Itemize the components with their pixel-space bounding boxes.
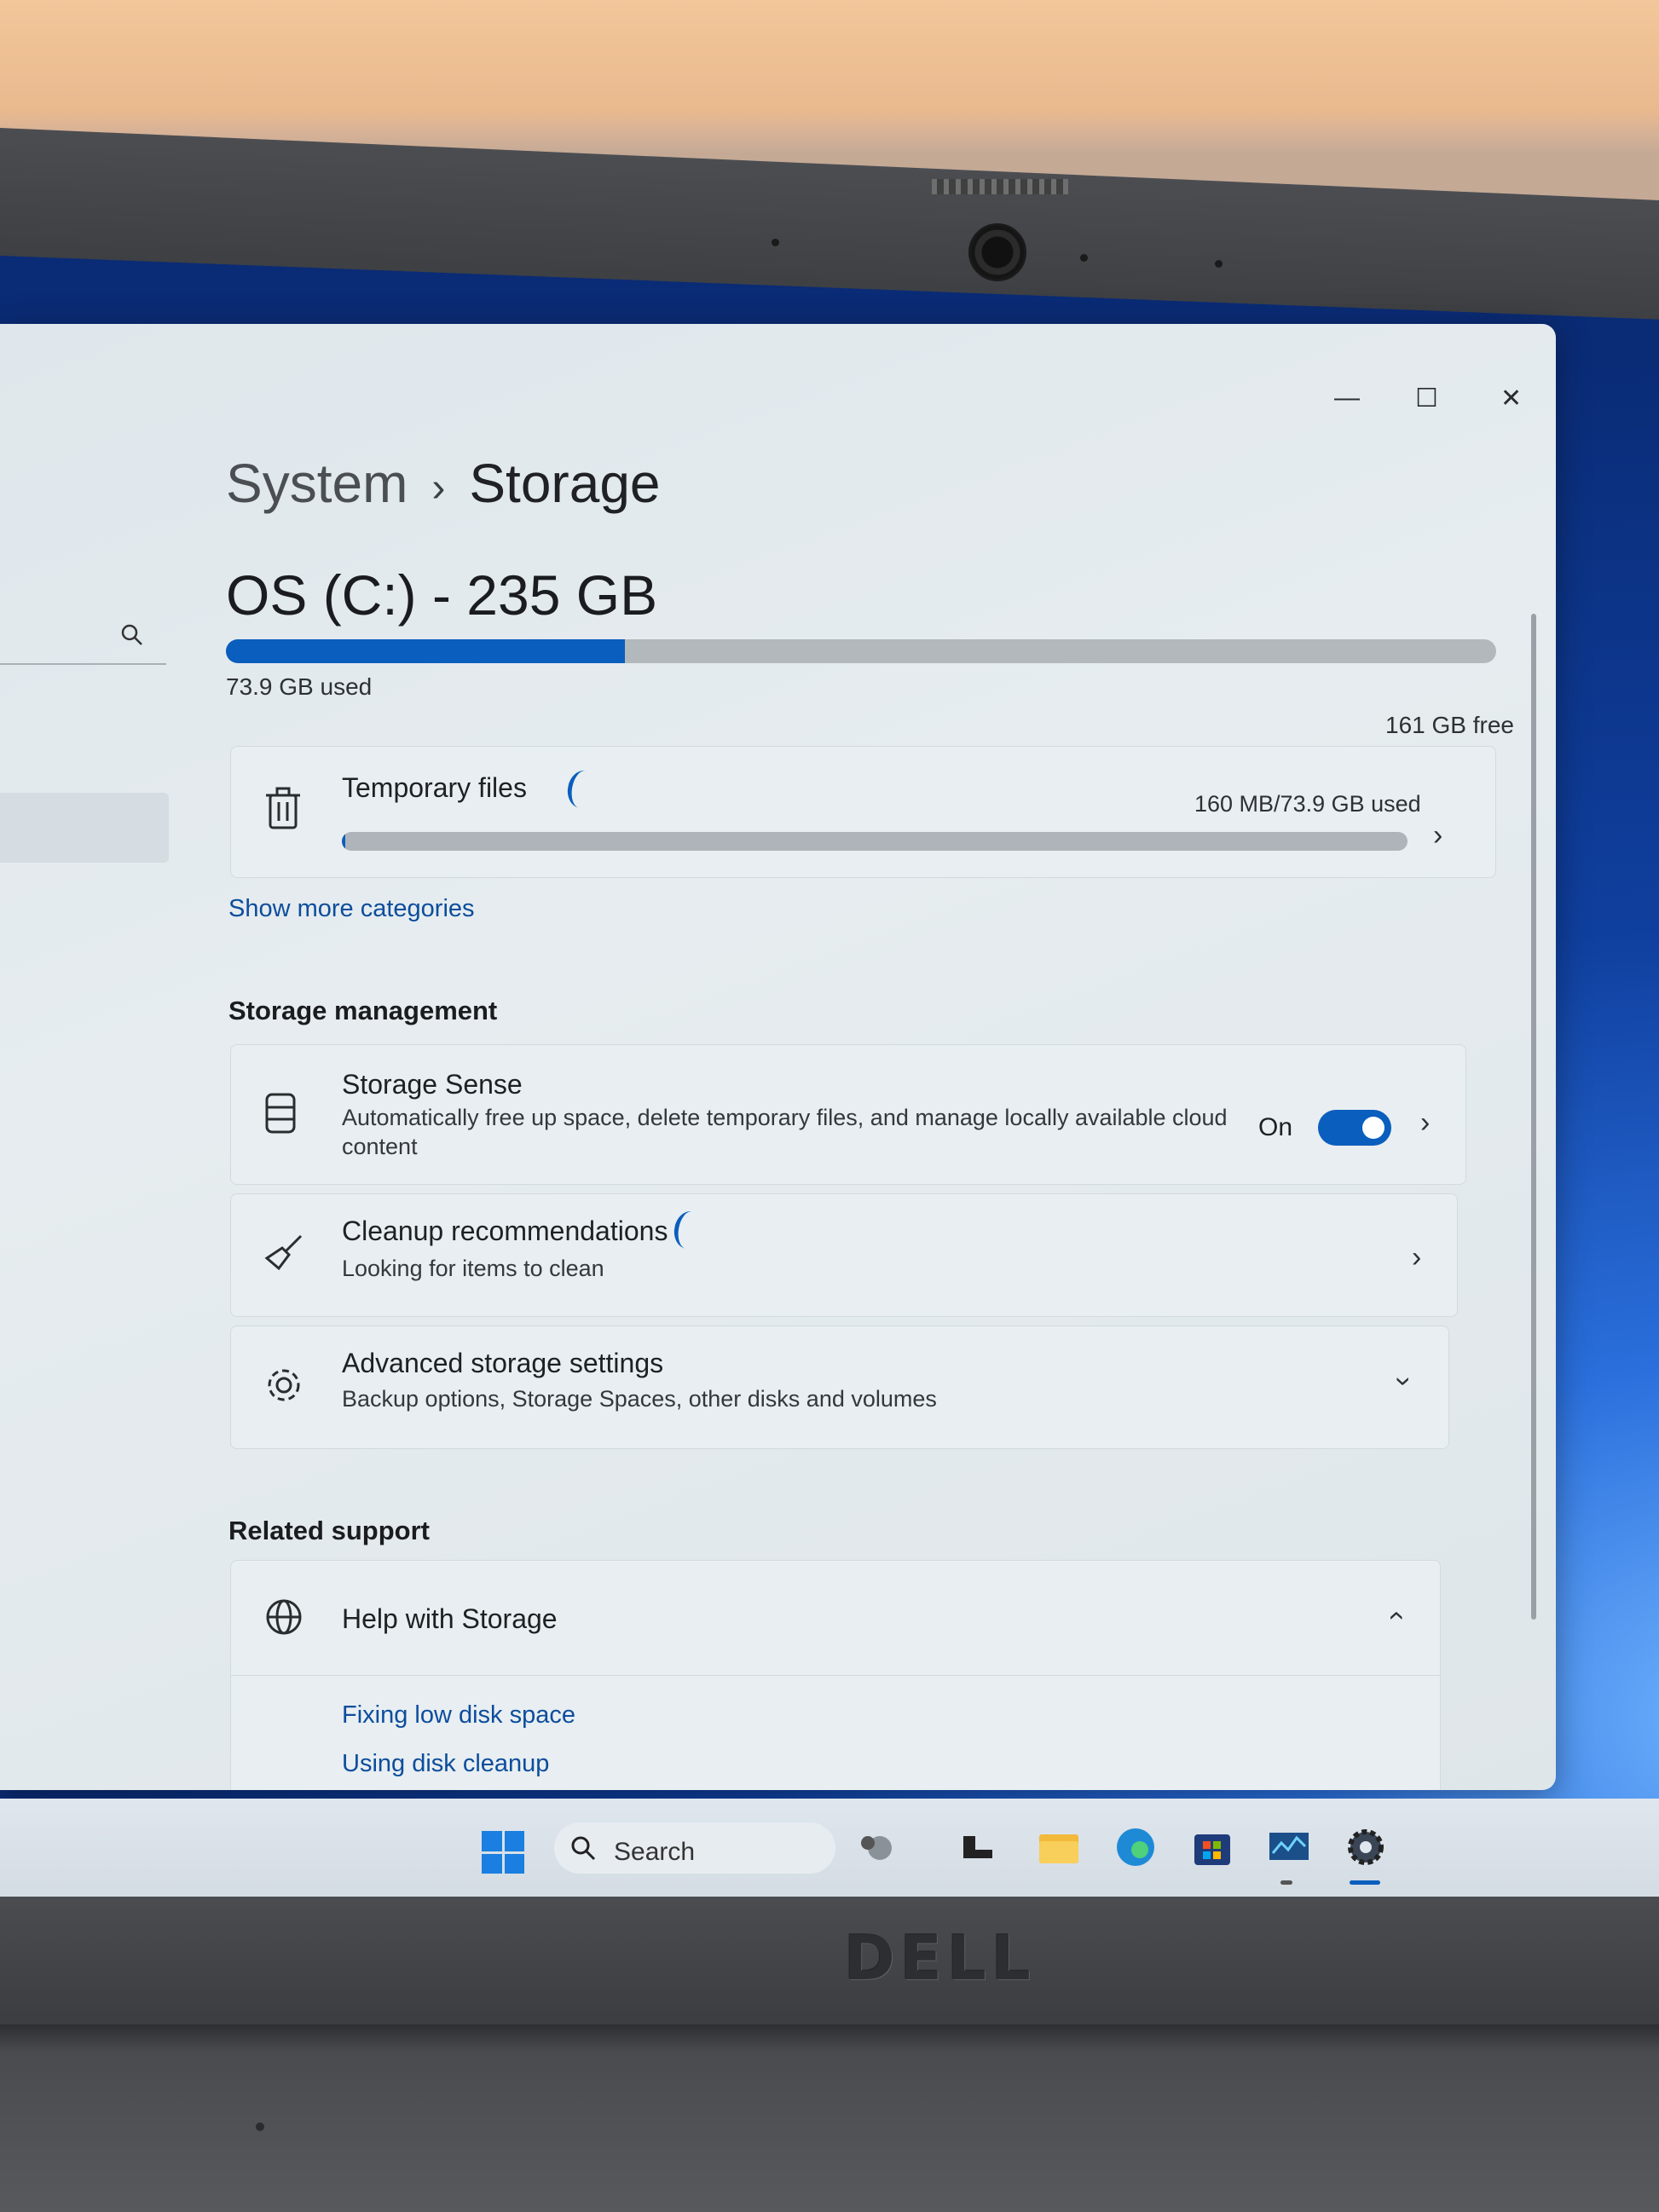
storage-drive-icon bbox=[265, 1093, 296, 1134]
show-more-categories-link[interactable]: Show more categories bbox=[228, 895, 475, 923]
search-icon bbox=[121, 624, 142, 645]
sensor-dot bbox=[1080, 254, 1088, 262]
performance-monitor-icon[interactable] bbox=[1266, 1824, 1312, 1870]
help-link-disk-cleanup[interactable]: Using disk cleanup bbox=[342, 1750, 549, 1778]
microsoft-store-icon[interactable] bbox=[1189, 1824, 1235, 1870]
temporary-files-usage: 160 MB/73.9 GB used bbox=[1194, 791, 1421, 817]
breadcrumb: System › Storage bbox=[226, 452, 661, 515]
related-support-heading: Related support bbox=[228, 1516, 430, 1545]
storage-sense-title: Storage Sense bbox=[342, 1069, 523, 1100]
search-icon bbox=[571, 1836, 596, 1861]
webcam-shutter bbox=[932, 179, 1068, 194]
chevron-right-icon: › bbox=[1433, 819, 1443, 852]
page-title: Storage bbox=[469, 453, 661, 514]
cleanup-subtitle: Looking for items to clean bbox=[342, 1256, 604, 1281]
globe-help-icon bbox=[266, 1599, 302, 1635]
brand-logo: DELL bbox=[844, 1922, 1036, 1994]
active-app-indicator bbox=[1350, 1880, 1380, 1885]
laptop-bottom-bezel bbox=[0, 1897, 1659, 2024]
temporary-files-label: Temporary files bbox=[342, 772, 527, 803]
webcam-icon bbox=[968, 223, 1026, 281]
temporary-files-fill bbox=[342, 832, 345, 851]
storage-sense-row[interactable]: Storage Sense Automatically free up spac… bbox=[230, 1044, 1466, 1185]
storage-management-heading: Storage management bbox=[228, 996, 498, 1025]
breadcrumb-separator: › bbox=[431, 465, 446, 511]
close-button[interactable]: ✕ bbox=[1500, 384, 1522, 413]
task-view-icon[interactable] bbox=[955, 1824, 1001, 1870]
running-indicator bbox=[1280, 1880, 1292, 1885]
cleanup-title: Cleanup recommendations bbox=[342, 1216, 668, 1246]
breadcrumb-system[interactable]: System bbox=[226, 453, 408, 514]
copilot-icon[interactable] bbox=[853, 1824, 899, 1870]
scrollbar[interactable] bbox=[1531, 614, 1536, 1620]
loading-spinner-icon bbox=[671, 1209, 707, 1251]
loading-spinner-icon bbox=[564, 768, 600, 811]
chevron-right-icon: › bbox=[1420, 1106, 1431, 1139]
cleanup-recommendations-row[interactable]: Cleanup recommendations Looking for item… bbox=[230, 1193, 1458, 1317]
drive-usage-fill bbox=[226, 639, 625, 663]
storage-sense-toggle[interactable] bbox=[1318, 1110, 1391, 1146]
start-button[interactable] bbox=[482, 1831, 524, 1874]
trash-icon bbox=[266, 787, 300, 829]
maximize-button[interactable]: ☐ bbox=[1415, 384, 1438, 413]
temporary-files-bar bbox=[342, 832, 1408, 851]
advanced-storage-settings-row[interactable]: Advanced storage settings Backup options… bbox=[230, 1325, 1449, 1449]
broom-icon bbox=[264, 1234, 303, 1271]
advanced-storage-subtitle: Backup options, Storage Spaces, other di… bbox=[342, 1386, 937, 1412]
edge-browser-icon[interactable] bbox=[1113, 1824, 1159, 1870]
drive-free-label: 161 GB free bbox=[1385, 712, 1514, 738]
taskbar-search-label: Search bbox=[614, 1838, 696, 1866]
drive-title: OS (C:) - 235 GB bbox=[226, 563, 658, 627]
file-explorer-icon[interactable] bbox=[1036, 1824, 1082, 1870]
chevron-down-icon: › bbox=[1388, 1376, 1421, 1387]
help-with-storage-title: Help with Storage bbox=[342, 1603, 558, 1634]
sidebar-item-selected[interactable] bbox=[0, 793, 169, 863]
chevron-up-icon: › bbox=[1379, 1610, 1412, 1621]
deck-dot bbox=[256, 2122, 264, 2131]
settings-app-icon[interactable] bbox=[1343, 1824, 1389, 1870]
settings-window: — ☐ ✕ System › Storage OS (C:) - 235 GB 73… bbox=[0, 324, 1556, 1790]
drive-usage-bar bbox=[226, 639, 1496, 663]
sensor-dot bbox=[1215, 260, 1223, 268]
sidebar-search-box[interactable] bbox=[0, 605, 166, 665]
drive-used-label: 73.9 GB used bbox=[226, 673, 373, 700]
temporary-files-card[interactable]: Temporary files 160 MB/73.9 GB used › bbox=[230, 746, 1496, 878]
laptop-deck bbox=[0, 2024, 1659, 2212]
sensor-dot bbox=[772, 239, 779, 246]
help-with-storage-card: Help with Storage › Fixing low disk spac… bbox=[230, 1560, 1441, 1790]
minimize-button[interactable]: — bbox=[1334, 384, 1360, 413]
help-with-storage-header[interactable]: Help with Storage › bbox=[231, 1561, 1440, 1676]
storage-sense-description-cont: content bbox=[342, 1134, 418, 1159]
help-link-low-disk-space[interactable]: Fixing low disk space bbox=[342, 1701, 575, 1730]
gear-icon bbox=[268, 1369, 300, 1401]
advanced-storage-title: Advanced storage settings bbox=[342, 1348, 664, 1378]
chevron-right-icon: › bbox=[1412, 1241, 1422, 1273]
storage-sense-state: On bbox=[1258, 1113, 1293, 1141]
storage-sense-description: Automatically free up space, delete temp… bbox=[342, 1105, 1228, 1130]
